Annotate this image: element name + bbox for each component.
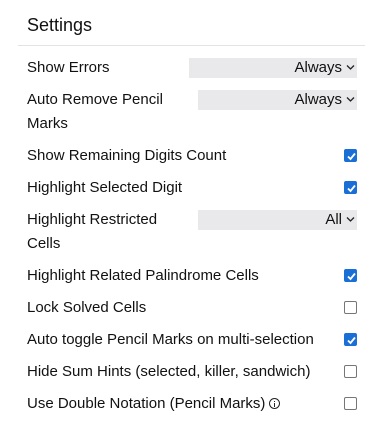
setting-highlight-selected: Highlight Selected Digit bbox=[27, 176, 357, 200]
check-icon bbox=[347, 184, 356, 193]
highlight-selected-label: Highlight Selected Digit bbox=[27, 179, 183, 196]
highlight-selected-checkbox[interactable] bbox=[344, 181, 357, 194]
check-icon bbox=[347, 272, 356, 281]
remaining-digits-label: Show Remaining Digits Count bbox=[27, 147, 227, 164]
setting-highlight-restricted: Highlight Restricted Cells All bbox=[27, 208, 357, 256]
setting-auto-remove-pencil-marks: Auto Remove Pencil Marks Always bbox=[27, 88, 357, 136]
highlight-restricted-select[interactable]: All bbox=[198, 210, 357, 230]
remaining-digits-checkbox[interactable] bbox=[344, 149, 357, 162]
divider bbox=[18, 45, 365, 46]
auto-toggle-checkbox[interactable] bbox=[344, 333, 357, 346]
hide-sum-hints-checkbox[interactable] bbox=[344, 365, 357, 378]
hide-sum-hints-label: Hide Sum Hints (selected, killer, sandwi… bbox=[27, 363, 311, 380]
setting-remaining-digits: Show Remaining Digits Count bbox=[27, 144, 357, 168]
check-icon bbox=[347, 336, 356, 345]
show-errors-value: Always bbox=[294, 59, 342, 76]
double-notation-checkbox[interactable] bbox=[344, 397, 357, 410]
lock-solved-checkbox[interactable] bbox=[344, 301, 357, 314]
auto-remove-label: Auto Remove Pencil Marks bbox=[27, 91, 163, 132]
info-icon[interactable] bbox=[269, 398, 281, 409]
setting-hide-sum-hints: Hide Sum Hints (selected, killer, sandwi… bbox=[27, 360, 357, 384]
show-errors-label: Show Errors bbox=[27, 59, 110, 76]
highlight-restricted-label: Highlight Restricted Cells bbox=[27, 211, 158, 252]
chevron-down-icon bbox=[345, 58, 357, 78]
page-title: Settings bbox=[27, 15, 93, 35]
setting-double-notation: Use Double Notation (Pencil Marks) bbox=[27, 392, 357, 416]
setting-highlight-palindrome: Highlight Related Palindrome Cells bbox=[27, 264, 357, 288]
auto-remove-select[interactable]: Always bbox=[198, 90, 357, 110]
auto-remove-value: Always bbox=[294, 91, 342, 108]
lock-solved-label: Lock Solved Cells bbox=[27, 299, 147, 316]
check-icon bbox=[347, 152, 356, 161]
double-notation-label: Use Double Notation (Pencil Marks) bbox=[27, 395, 266, 412]
highlight-palindrome-checkbox[interactable] bbox=[344, 269, 357, 282]
highlight-restricted-value: All bbox=[325, 211, 342, 228]
settings-panel: Settings Show Errors Always Auto Remove … bbox=[0, 0, 373, 422]
chevron-down-icon bbox=[345, 90, 357, 110]
setting-auto-toggle: Auto toggle Pencil Marks on multi-select… bbox=[27, 328, 357, 352]
setting-lock-solved: Lock Solved Cells bbox=[27, 296, 357, 320]
chevron-down-icon bbox=[345, 210, 357, 230]
auto-toggle-label: Auto toggle Pencil Marks on multi-select… bbox=[27, 331, 314, 348]
highlight-palindrome-label: Highlight Related Palindrome Cells bbox=[27, 267, 259, 284]
show-errors-select[interactable]: Always bbox=[189, 58, 357, 78]
double-notation-row-text: Use Double Notation (Pencil Marks) bbox=[27, 392, 281, 416]
setting-show-errors: Show Errors Always bbox=[27, 56, 357, 80]
